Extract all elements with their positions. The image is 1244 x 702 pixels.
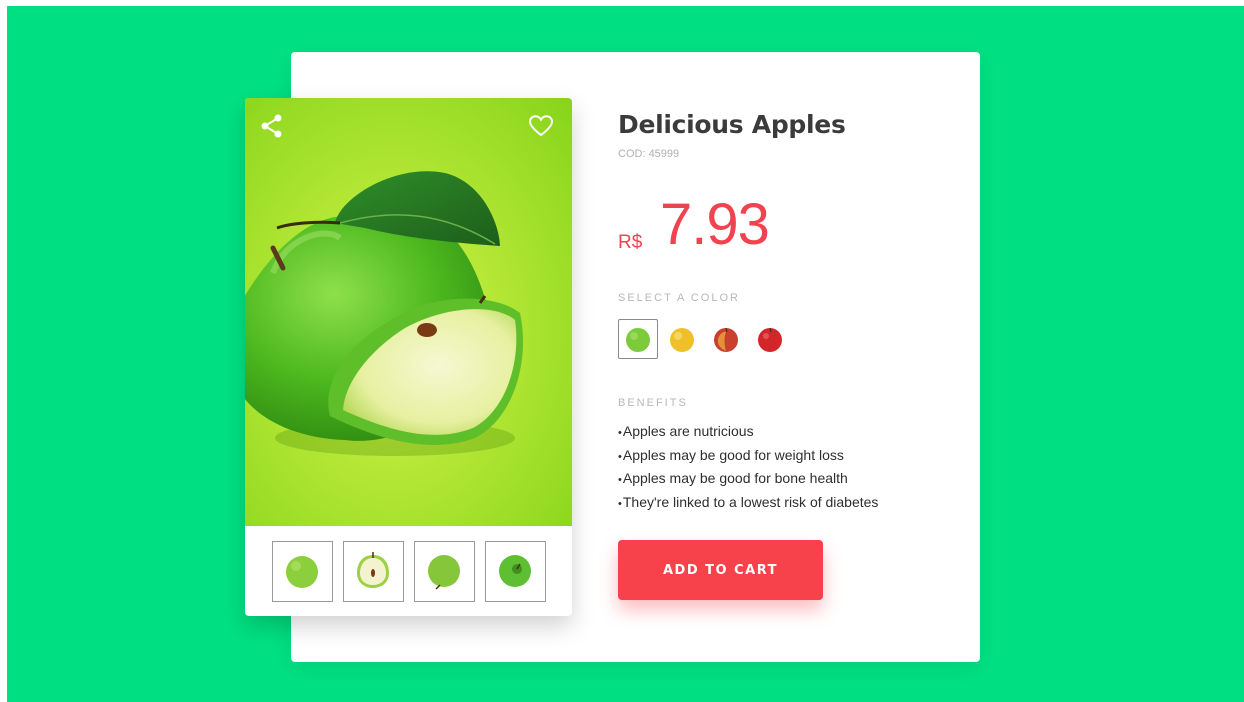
benefit-item: Apples may be good for bone health [618, 468, 878, 492]
product-main-image [245, 98, 572, 526]
green-apple-icon [626, 328, 650, 352]
color-option-yellow[interactable] [662, 319, 702, 359]
benefits-label: BENEFITS [618, 397, 688, 409]
apple-half-icon [357, 552, 389, 588]
thumbnail-apple-side[interactable] [413, 540, 475, 602]
benefit-item: They're linked to a lowest risk of diabe… [618, 492, 879, 516]
add-to-cart-button[interactable]: ADD TO CART [618, 540, 823, 600]
thumbnail-whole-apple[interactable] [271, 540, 333, 602]
color-options [618, 319, 790, 359]
apple-top-icon [499, 555, 531, 587]
red-yellow-apple-icon [714, 327, 738, 352]
red-apple-icon [758, 327, 782, 352]
color-option-red-yellow[interactable] [706, 319, 746, 359]
benefit-item: Apples are nutricious [618, 421, 878, 445]
apple-side-icon [428, 555, 460, 590]
product-gallery [245, 98, 572, 616]
price-currency: R$ [618, 232, 643, 253]
select-color-label: SELECT A COLOR [618, 292, 740, 304]
heart-icon[interactable] [529, 115, 553, 137]
product-code-value: 45999 [648, 148, 680, 160]
color-option-green[interactable] [618, 319, 658, 359]
benefit-item: Apples may be good for weight loss [618, 445, 878, 469]
yellow-apple-icon [670, 328, 694, 352]
green-apple-icon [286, 556, 318, 588]
product-title: Delicious Apples [618, 110, 846, 139]
thumbnail-apple-slice[interactable] [342, 540, 404, 602]
benefits-list: Apples are nutricious Apples may be good… [618, 421, 879, 516]
product-code-label: COD: [618, 148, 646, 160]
thumbnail-apple-top[interactable] [484, 540, 546, 602]
share-icon[interactable] [261, 114, 283, 138]
price-value: 7.93 [660, 192, 770, 257]
apple-image [245, 171, 523, 456]
color-option-red[interactable] [750, 319, 790, 359]
product-code: COD: 45999 [618, 148, 679, 160]
thumbnail-strip [245, 526, 572, 616]
